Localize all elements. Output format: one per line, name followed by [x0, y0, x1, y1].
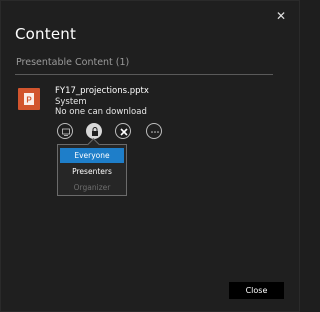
file-owner: System	[55, 97, 87, 107]
menu-item-everyone[interactable]: Everyone	[60, 148, 124, 163]
menu-item-organizer: Organizer	[73, 183, 111, 192]
lock-icon	[92, 127, 98, 136]
more-icon	[151, 131, 159, 133]
download-permission-button[interactable]	[86, 123, 102, 139]
file-permission: No one can download	[55, 107, 147, 117]
remove-button[interactable]	[115, 123, 131, 139]
powerpoint-file-icon: P	[18, 88, 40, 110]
content-dialog: ✕ Content Presentable Content (1) P FY17…	[0, 0, 300, 312]
section-label: Presentable Content (1)	[16, 57, 130, 68]
present-button[interactable]	[57, 123, 73, 139]
menu-item-presenters[interactable]: Presenters	[60, 164, 124, 179]
file-name: FY17_projections.pptx	[55, 86, 149, 96]
download-permission-menu: Everyone Presenters Organizer	[57, 138, 127, 196]
more-button[interactable]	[146, 123, 162, 139]
close-button[interactable]: Close	[229, 282, 284, 299]
svg-text:P: P	[26, 96, 32, 105]
dialog-title: Content	[15, 25, 77, 43]
remove-icon	[120, 128, 128, 136]
divider	[15, 74, 273, 75]
close-icon[interactable]: ✕	[274, 9, 288, 23]
present-icon	[62, 128, 70, 136]
